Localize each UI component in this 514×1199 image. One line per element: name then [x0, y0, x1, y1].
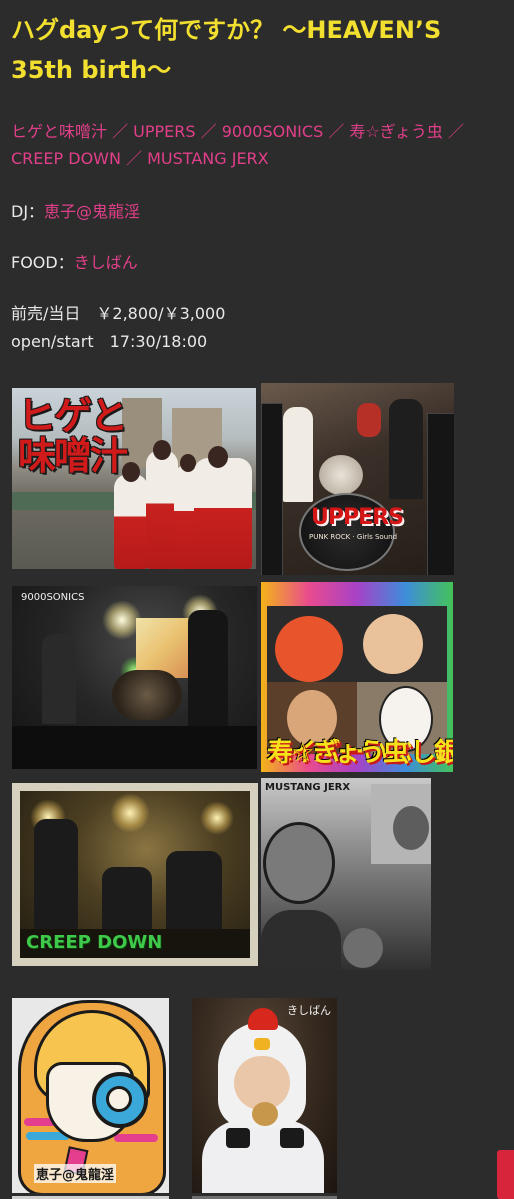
photo-cookie	[252, 1102, 278, 1126]
photo-face	[363, 614, 423, 674]
lineup-line-2[interactable]: CREEP DOWN ／ MUSTANG JERX	[11, 145, 506, 172]
photo-figure	[389, 399, 423, 499]
photo-chicken-beak	[254, 1038, 270, 1050]
time-row: open/start 17:30/18:00	[11, 332, 208, 351]
photo-caption: 寿☆ぎょう虫	[267, 738, 409, 768]
dj-link[interactable]: 恵子@鬼龍淫	[44, 202, 140, 221]
dj-row: DJ：恵子@鬼龍淫	[11, 198, 506, 225]
lineup-line-1[interactable]: ヒゲと味噌汁 ／ UPPERS ／ 9000SONICS ／ 寿☆ぎょう虫 ／	[11, 118, 506, 145]
photo-kotobuki-gyouchuu[interactable]: ハイパーいぶし銀パンクバンド 寿☆ぎょう虫	[261, 582, 453, 772]
photo-kishiban[interactable]: きしばん	[192, 998, 337, 1193]
food-link[interactable]: きしばん	[74, 253, 138, 272]
photo-caption: UPPERS	[311, 505, 404, 530]
photo-figure	[42, 634, 76, 724]
photo-face	[263, 822, 335, 904]
photo-stage-light	[110, 793, 150, 833]
photo-amp	[427, 413, 454, 575]
photo-face	[393, 806, 429, 850]
photo-face	[275, 616, 343, 682]
photo-face	[343, 928, 383, 968]
photo-figure	[357, 403, 381, 437]
photo-figure	[34, 819, 78, 929]
photo-body	[202, 1120, 324, 1193]
photo-uppers[interactable]: UPPERS PUNK ROCK · Girls Sound	[261, 383, 454, 575]
photo-drum	[319, 455, 363, 495]
photo-caption: 恵子@鬼龍淫	[34, 1164, 117, 1183]
photo-figure	[283, 407, 313, 502]
photo-figure	[261, 910, 341, 970]
lineup: ヒゲと味噌汁 ／ UPPERS ／ 9000SONICS ／ 寿☆ぎょう虫 ／ …	[11, 118, 506, 172]
photo-caption: MUSTANG JERX	[265, 782, 351, 793]
event-title: ハグdayって何ですか？ 〜HEAVEN’S 35th birth〜	[11, 16, 442, 84]
photo-figure	[166, 851, 222, 933]
photo-chicken-comb	[248, 1008, 278, 1030]
photo-banner	[136, 618, 194, 678]
photo-caption: きしばん	[287, 1004, 331, 1017]
illustration-stripe	[114, 1134, 158, 1142]
photo-amp	[261, 403, 283, 575]
photo-figure	[102, 867, 152, 933]
photo-glove	[280, 1128, 304, 1148]
photo-keiko-dj[interactable]: 恵子@鬼龍淫	[12, 998, 169, 1193]
photo-figure	[114, 474, 148, 569]
photo-creep-down[interactable]: CREEP DOWN	[12, 783, 258, 966]
photo-mustang-jerx[interactable]: MUSTANG JERX	[261, 778, 431, 970]
photo-figure-head	[208, 446, 228, 468]
photo-caption: CREEP DOWN	[26, 932, 163, 953]
photo-glove	[226, 1128, 250, 1148]
dj-label: DJ：	[11, 202, 45, 221]
price-row: 前売/当日 ￥2,800/￥3,000	[11, 304, 226, 323]
photo-stage-light	[200, 801, 234, 835]
photo-caption: ヒゲと味噌汁	[18, 394, 128, 478]
photo-higetomisoshiru[interactable]: ヒゲと味噌汁	[12, 388, 256, 569]
photo-caption: 9000SONICS	[21, 592, 85, 603]
photo-figure	[194, 458, 252, 569]
photo-stage-floor	[12, 726, 257, 769]
food-label: FOOD：	[11, 253, 74, 272]
photo-9000sonics[interactable]: 9000SONICS	[12, 586, 257, 769]
photo-drums	[112, 670, 182, 720]
photo-figure-head	[153, 440, 171, 460]
headphone-inner	[106, 1086, 132, 1112]
photo-subcaption: PUNK ROCK · Girls Sound	[309, 533, 398, 541]
food-row: FOOD：きしばん	[11, 249, 506, 276]
floating-tab[interactable]	[497, 1150, 514, 1199]
